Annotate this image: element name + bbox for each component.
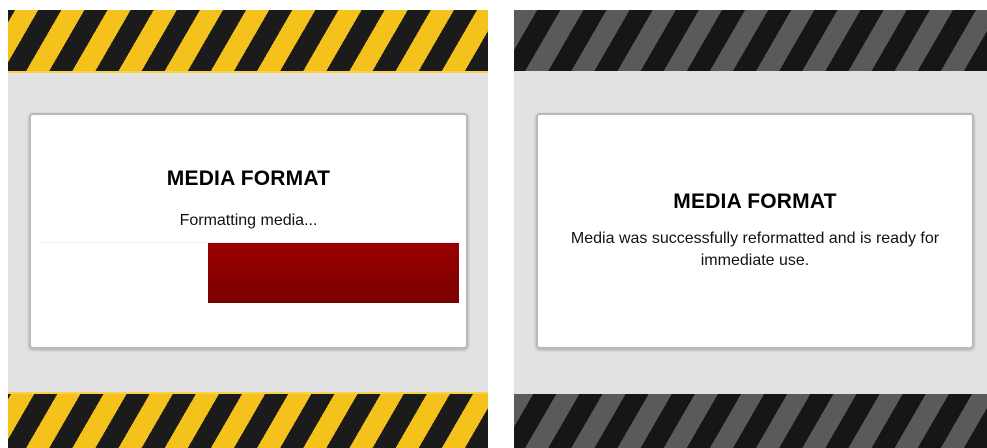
stage: MEDIA FORMAT Formatting media... MEDIA F… xyxy=(0,0,987,448)
status-card: MEDIA FORMAT Media was successfully refo… xyxy=(536,113,974,349)
status-card: MEDIA FORMAT Formatting media... xyxy=(29,113,468,349)
hazard-stripe-top xyxy=(8,10,488,73)
card-title: MEDIA FORMAT xyxy=(673,190,837,213)
hazard-stripe-top xyxy=(514,10,987,71)
status-message: Formatting media... xyxy=(179,212,318,229)
card-title: MEDIA FORMAT xyxy=(166,167,331,190)
hazard-stripe-bottom xyxy=(514,394,987,448)
progress-bar xyxy=(41,242,459,303)
status-message: Media was successfully reformatted and i… xyxy=(570,230,940,269)
progress-bar-fill xyxy=(208,243,459,303)
hazard-stripe-bottom xyxy=(8,392,488,448)
formatting-panel: MEDIA FORMAT Formatting media... xyxy=(8,10,488,448)
complete-panel: MEDIA FORMAT Media was successfully refo… xyxy=(514,10,987,448)
